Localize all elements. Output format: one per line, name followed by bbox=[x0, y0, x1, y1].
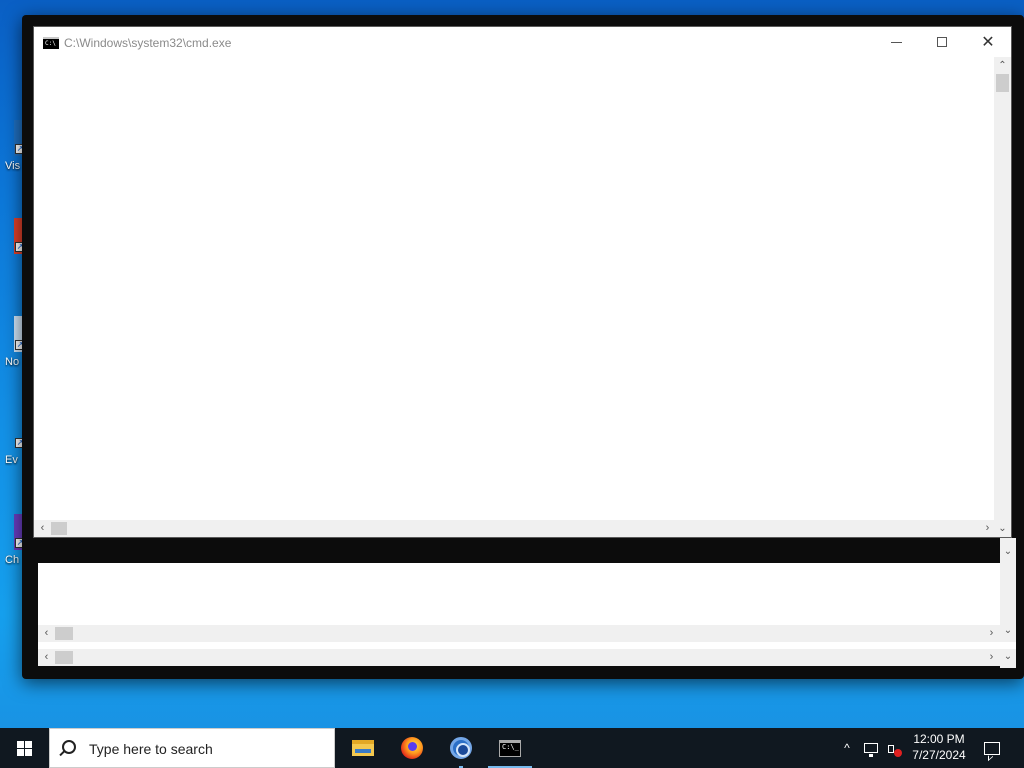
maximize-icon bbox=[937, 37, 947, 47]
show-hidden-icons-button[interactable]: ^ bbox=[837, 728, 857, 768]
cmd-icon: C:\_ bbox=[499, 739, 521, 757]
horizontal-scrollbar[interactable]: ‹ › bbox=[34, 520, 996, 537]
scrollbar-thumb[interactable] bbox=[996, 74, 1009, 92]
maximize-button[interactable] bbox=[919, 27, 965, 57]
network-icon bbox=[864, 743, 878, 757]
clock-date: 7/27/2024 bbox=[912, 748, 966, 762]
minimize-button[interactable] bbox=[873, 27, 919, 57]
window-title: C:\Windows\system32\cmd.exe bbox=[64, 36, 232, 50]
action-center-button[interactable] bbox=[977, 728, 1007, 768]
scroll-down-icon[interactable]: ⌄ bbox=[1000, 651, 1016, 662]
scroll-left-icon[interactable]: ‹ bbox=[34, 520, 51, 537]
taskbar-app-cmd[interactable]: C:\_ bbox=[486, 728, 534, 768]
taskbar-app-file-explorer[interactable] bbox=[339, 728, 387, 768]
background-console-area bbox=[38, 538, 1000, 563]
chevron-up-icon: ^ bbox=[844, 741, 850, 755]
clock[interactable]: 12:00 PM 7/27/2024 bbox=[908, 731, 970, 765]
scroll-right-icon[interactable]: › bbox=[983, 649, 1000, 666]
scroll-down-icon[interactable]: ⌄ bbox=[1000, 625, 1016, 636]
scroll-right-icon[interactable]: › bbox=[983, 625, 1000, 642]
cmd-icon: C:\ bbox=[43, 37, 59, 49]
taskbar-app-chrome[interactable] bbox=[437, 728, 485, 768]
minimize-icon bbox=[890, 41, 902, 43]
cmd-window[interactable]: C:\ C:\Windows\system32\cmd.exe ✕ ⌃ ‹ › … bbox=[33, 26, 1012, 538]
search-placeholder: Type here to search bbox=[89, 741, 213, 757]
background-horizontal-scrollbar[interactable]: ‹ › bbox=[38, 625, 1000, 642]
scroll-up-icon[interactable]: ⌃ bbox=[994, 57, 1011, 74]
windows-logo-icon bbox=[16, 740, 32, 756]
close-icon: ✕ bbox=[981, 34, 995, 51]
clock-time: 12:00 PM bbox=[913, 732, 965, 746]
volume-muted-icon bbox=[888, 742, 902, 757]
taskbar-app-firefox[interactable] bbox=[388, 728, 436, 768]
volume-button[interactable] bbox=[883, 728, 907, 768]
network-button[interactable] bbox=[860, 728, 882, 768]
scroll-down-icon[interactable]: ⌄ bbox=[994, 520, 1011, 537]
folder-icon bbox=[352, 740, 374, 756]
scrollbar-thumb[interactable] bbox=[51, 522, 67, 535]
scrollbar-corner: ⌄ bbox=[994, 520, 1011, 537]
title-bar[interactable]: C:\ C:\Windows\system32\cmd.exe ✕ bbox=[34, 27, 1011, 57]
background-window-content bbox=[38, 563, 1000, 625]
scroll-down-icon[interactable]: ⌄ bbox=[1000, 546, 1016, 557]
chrome-icon bbox=[450, 737, 472, 759]
scrollbar-thumb[interactable] bbox=[55, 627, 73, 640]
search-icon bbox=[62, 740, 76, 754]
scrollbar-thumb[interactable] bbox=[55, 651, 73, 664]
close-button[interactable]: ✕ bbox=[965, 27, 1011, 57]
scroll-left-icon[interactable]: ‹ bbox=[38, 649, 55, 666]
start-button[interactable] bbox=[0, 728, 48, 768]
taskbar: Type here to search C:\_ ^ 12:00 PM 7/27… bbox=[0, 728, 1024, 768]
background-window-gap bbox=[38, 642, 1016, 649]
console-output-area[interactable] bbox=[34, 57, 996, 521]
scroll-left-icon[interactable]: ‹ bbox=[38, 625, 55, 642]
notification-icon bbox=[984, 741, 1000, 755]
background-horizontal-scrollbar[interactable]: ‹ › bbox=[38, 649, 1000, 666]
search-box[interactable]: Type here to search bbox=[49, 728, 335, 768]
firefox-icon bbox=[401, 737, 423, 759]
vertical-scrollbar[interactable]: ⌃ bbox=[994, 57, 1011, 521]
